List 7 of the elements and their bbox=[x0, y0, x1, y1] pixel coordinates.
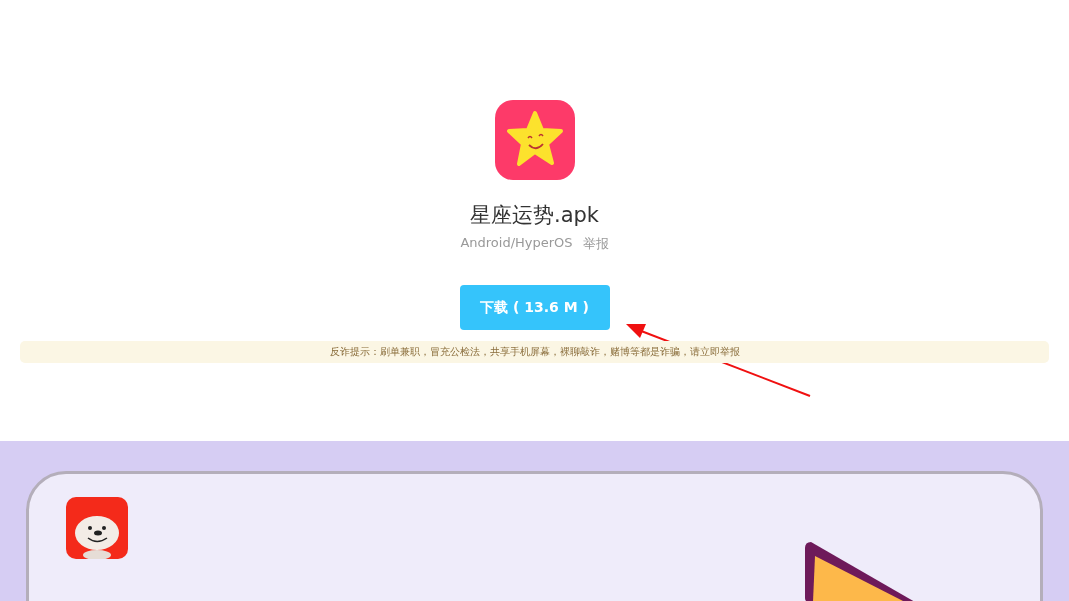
platform-label: Android/HyperOS bbox=[460, 235, 573, 252]
dog-mascot-icon bbox=[66, 497, 128, 559]
download-button[interactable]: 下载 ( 13.6 M ) bbox=[459, 285, 610, 330]
file-name: 星座运势.apk bbox=[469, 202, 599, 229]
report-link[interactable]: 举报 bbox=[582, 235, 609, 253]
anti-fraud-notice: 反诈提示：刷单兼职，冒充公检法，共享手机屏幕，裸聊敲诈，赌博等都是诈骗，请立即举报 bbox=[329, 345, 740, 359]
app-icon bbox=[494, 100, 575, 180]
